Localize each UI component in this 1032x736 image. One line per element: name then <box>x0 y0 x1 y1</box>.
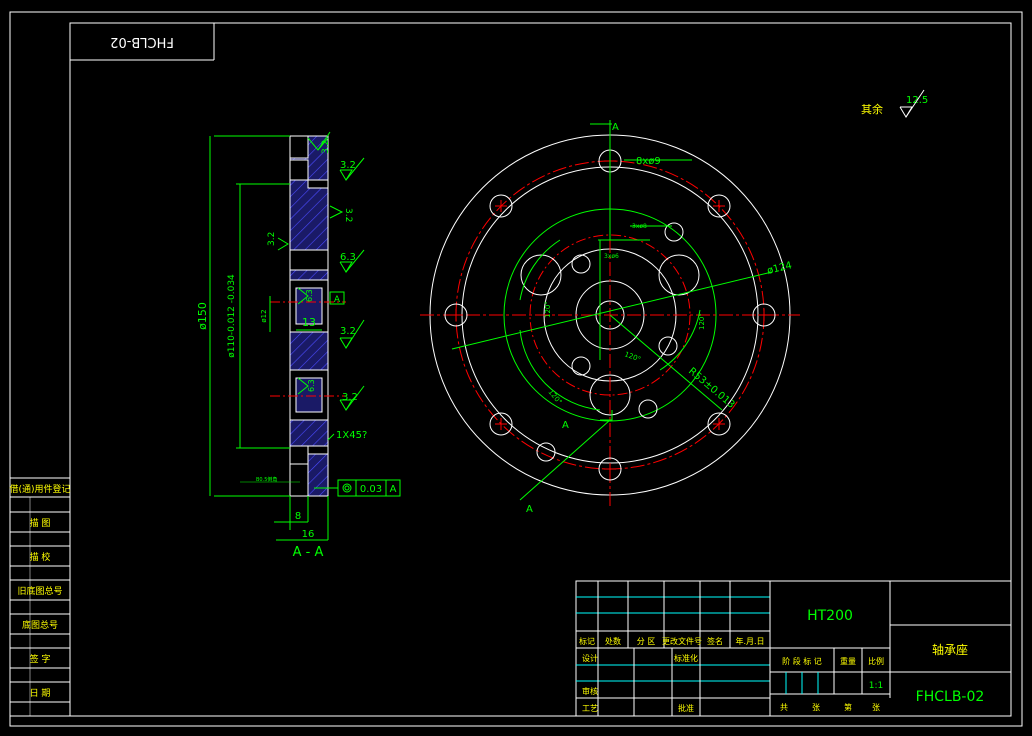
dim-inner-dia: ø110-0.012 -0.034 <box>227 274 237 358</box>
svg-text:设计: 设计 <box>582 653 598 663</box>
svg-text:6.3: 6.3 <box>305 289 314 302</box>
svg-text:重量: 重量 <box>840 656 856 666</box>
side-row-3: 旧底图总号 <box>17 585 62 597</box>
svg-text:批准: 批准 <box>678 703 694 713</box>
side-table: 借(通)用件登记 描 图 描 校 旧底图总号 底图总号 签 字 日 期 <box>9 477 71 717</box>
front-view: 8xø9 ø124 R53±0.013 3xø8 3xø6 120° 120° … <box>420 120 800 515</box>
section-mark-mid: A <box>562 420 569 431</box>
svg-text:张: 张 <box>812 703 820 712</box>
section-mark-bottom: A <box>526 504 533 515</box>
svg-text:3.2: 3.2 <box>340 160 356 171</box>
svg-text:标记: 标记 <box>579 636 595 646</box>
side-row-2: 描 校 <box>30 551 51 563</box>
part-name: 轴承座 <box>932 642 968 657</box>
dim-small-dia: ø12 <box>260 309 268 322</box>
side-row-1: 描 图 <box>30 517 51 529</box>
section-view: ø150 ø110-0.012 -0.034 ø12 13 8 16 A - A… <box>196 131 401 560</box>
inner-frame <box>69 22 1012 717</box>
drawing-code: FHCLB-02 <box>916 689 985 705</box>
angle-a: 120° <box>544 301 552 318</box>
svg-text:审核: 审核 <box>582 686 598 696</box>
svg-text:6.3: 6.3 <box>307 379 316 392</box>
outer-frame <box>9 11 1023 727</box>
svg-text:工艺: 工艺 <box>582 704 598 713</box>
svg-text:3.2: 3.2 <box>343 208 353 222</box>
svg-text:第: 第 <box>844 702 852 712</box>
dia-124: ø124 <box>766 260 793 277</box>
svg-text:3.2: 3.2 <box>267 232 277 246</box>
holes-label: 8xø9 <box>636 156 661 167</box>
dim-overall-dia: ø150 <box>196 302 209 330</box>
svg-text:张: 张 <box>872 703 880 712</box>
svg-text:阶 段 标 记: 阶 段 标 记 <box>782 656 822 666</box>
svg-text:比例: 比例 <box>868 656 884 666</box>
runout-value: 0.03 <box>360 484 382 495</box>
roughness-rest: 其余 12.5 <box>861 89 928 118</box>
scale: 1:1 <box>869 681 883 691</box>
material: HT200 <box>807 608 853 624</box>
small-label-1: 3xø8 <box>632 223 647 230</box>
svg-text:其余: 其余 <box>861 102 883 116</box>
small-label-2: 3xø6 <box>604 253 619 260</box>
cad-drawing: FHCLB-02 借(通)用件登记 描 图 描 校 旧底图总号 底图总号 签 字… <box>9 11 1023 727</box>
svg-text:签名: 签名 <box>707 636 723 646</box>
svg-text:3.2: 3.2 <box>321 140 331 154</box>
section-mark-top: A <box>612 122 619 133</box>
section-label: A - A <box>293 545 324 560</box>
dim-width-16: 16 <box>302 529 315 540</box>
svg-text:共: 共 <box>780 703 788 712</box>
svg-text:分 区: 分 区 <box>637 637 656 646</box>
title-block: HT200 轴承座 FHCLB-02 1:1 标记 处数 分 区 更改文件号 签… <box>575 580 1012 717</box>
dim-width-8: 8 <box>295 511 301 522</box>
datum-flag: A <box>334 295 341 305</box>
svg-text:更改文件号: 更改文件号 <box>662 636 702 646</box>
svg-text:标准化: 标准化 <box>674 653 698 663</box>
side-row-6: 日 期 <box>30 688 51 699</box>
svg-text:年.月.日: 年.月.日 <box>735 636 764 646</box>
dim-depth-13: 13 <box>302 316 316 329</box>
side-row-5: 签 字 <box>30 653 51 665</box>
angle-b: 120° <box>698 313 706 330</box>
svg-text:处数: 处数 <box>605 636 621 646</box>
svg-text:3.2: 3.2 <box>340 326 356 337</box>
angle-d: 120° <box>546 388 563 406</box>
svg-text:6.3: 6.3 <box>340 252 356 263</box>
side-row-4: 底图总号 <box>22 619 58 631</box>
dim-chamfer: 1X45? <box>336 430 367 441</box>
side-row-0: 借(通)用件登记 <box>9 483 70 495</box>
svg-text:3.2: 3.2 <box>342 392 358 403</box>
runout-datum: A <box>390 484 397 495</box>
angle-c: 120° <box>623 350 642 363</box>
radius-label: R53±0.013 <box>686 366 736 411</box>
code-mirrored: FHCLB-02 <box>110 34 174 49</box>
